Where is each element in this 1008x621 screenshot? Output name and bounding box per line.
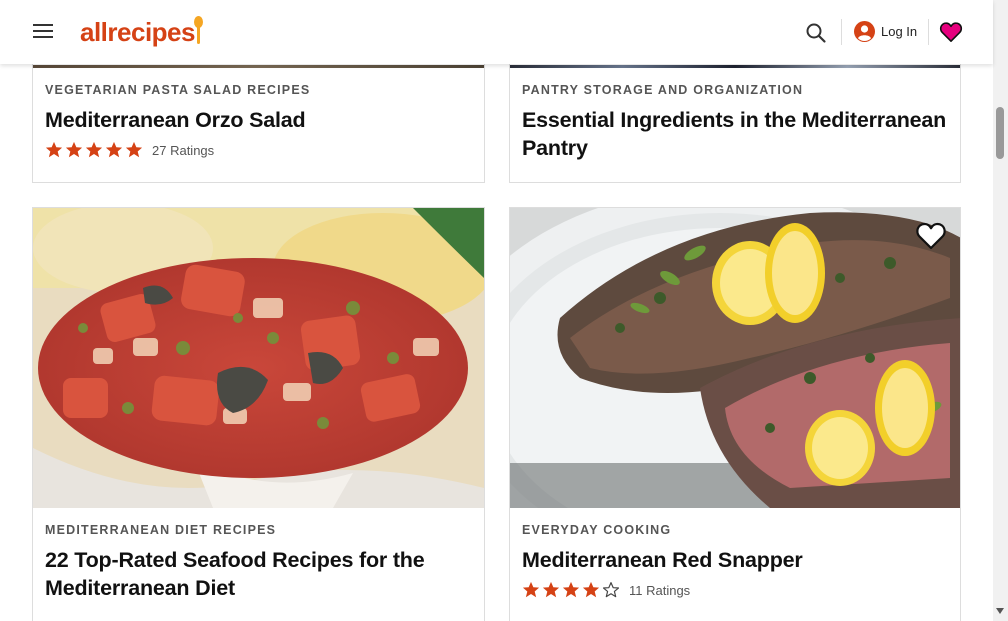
scroll-down-arrow-icon[interactable] xyxy=(996,608,1004,614)
star-icon xyxy=(105,141,123,158)
star-icon xyxy=(125,141,143,158)
star-icon xyxy=(582,581,600,598)
recipe-card[interactable]: EVERYDAY COOKING Mediterranean Red Snapp… xyxy=(509,207,961,621)
recipe-card[interactable]: VEGETARIAN PASTA SALAD RECIPES Mediterra… xyxy=(32,50,485,183)
header-divider xyxy=(928,19,929,45)
search-icon[interactable] xyxy=(805,22,827,44)
spoon-icon xyxy=(193,16,204,46)
header-divider xyxy=(841,19,842,45)
card-category: PANTRY STORAGE AND ORGANIZATION xyxy=(522,83,804,97)
card-title: Essential Ingredients in the Mediterrane… xyxy=(522,108,947,160)
ratings-count: 11 Ratings xyxy=(629,582,691,598)
scrollbar-thumb[interactable] xyxy=(996,107,1004,159)
star-rating: 27 Ratings xyxy=(45,140,472,160)
account-icon xyxy=(854,21,875,42)
star-icon xyxy=(542,581,560,598)
heart-icon[interactable] xyxy=(915,220,947,252)
card-category: VEGETARIAN PASTA SALAD RECIPES xyxy=(45,83,311,97)
card-title: Mediterranean Red Snapper xyxy=(522,548,803,572)
allrecipes-logo[interactable]: allrecipes xyxy=(80,14,204,50)
menu-icon[interactable] xyxy=(33,24,53,40)
site-header: allrecipes Log In xyxy=(0,0,993,64)
card-category: MEDITERRANEAN DIET RECIPES xyxy=(45,523,277,537)
login-label: Log In xyxy=(881,24,918,39)
star-icon xyxy=(522,581,540,598)
ratings-count: 27 Ratings xyxy=(152,142,215,158)
page-scrollbar[interactable] xyxy=(993,0,1008,621)
login-button[interactable]: Log In xyxy=(854,21,917,42)
star-empty-icon xyxy=(602,582,620,598)
heart-icon[interactable] xyxy=(939,20,963,44)
card-title: 22 Top-Rated Seafood Recipes for the Med… xyxy=(45,548,425,600)
star-icon xyxy=(45,141,63,158)
card-category: EVERYDAY COOKING xyxy=(522,523,672,537)
tomato-caper-fish-photo[interactable] xyxy=(33,208,484,508)
logo-text: allrecipes xyxy=(80,17,195,47)
article-card[interactable]: MEDITERRANEAN DIET RECIPES 22 Top-Rated … xyxy=(32,207,485,621)
article-card[interactable]: PANTRY STORAGE AND ORGANIZATION Essentia… xyxy=(509,50,961,183)
red-snapper-lemon-photo[interactable] xyxy=(510,208,960,508)
star-rating: 11 Ratings xyxy=(522,580,948,600)
star-icon xyxy=(85,141,103,158)
card-title: Mediterranean Orzo Salad xyxy=(45,108,306,132)
star-icon xyxy=(65,141,83,158)
star-icon xyxy=(562,581,580,598)
